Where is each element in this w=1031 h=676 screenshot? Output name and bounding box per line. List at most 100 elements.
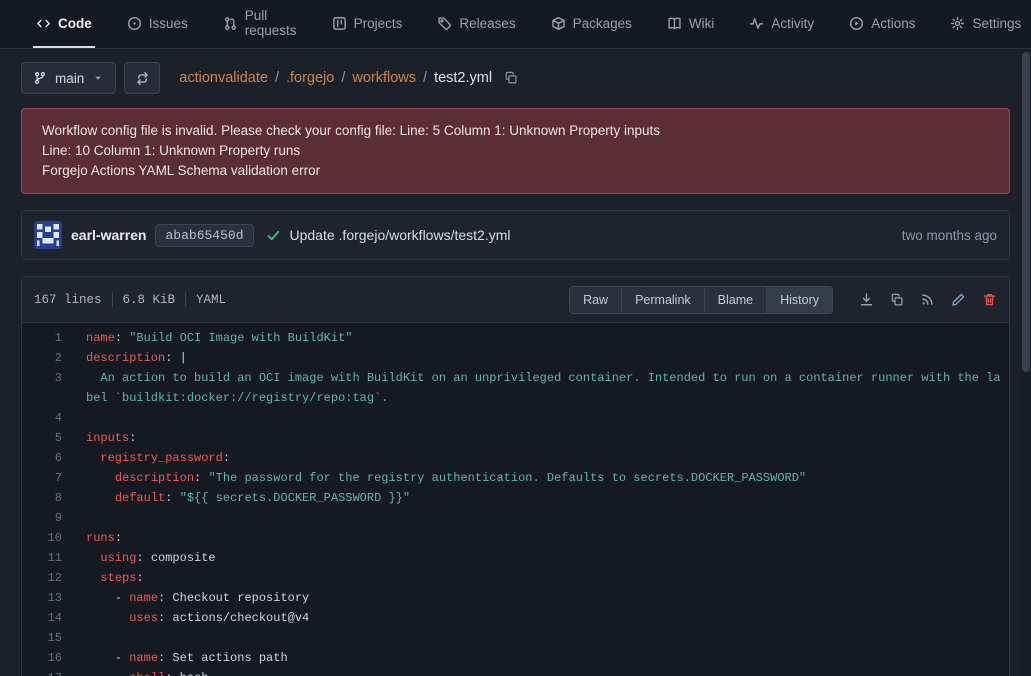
nav-item-packages[interactable]: Packages <box>548 0 635 48</box>
error-banner: Workflow config file is invalid. Please … <box>21 108 1010 194</box>
line-number[interactable]: 10 <box>22 528 62 548</box>
blame-button[interactable]: Blame <box>704 286 767 314</box>
code-line: 9 <box>22 508 1009 528</box>
line-number[interactable]: 8 <box>22 488 62 508</box>
copy-path-icon[interactable] <box>504 71 518 85</box>
file-actions: RawPermalinkBlameHistory <box>569 286 997 314</box>
nav-item-settings[interactable]: Settings <box>947 0 1024 48</box>
breadcrumb-separator: / <box>423 70 427 86</box>
trash-icon[interactable] <box>982 292 997 307</box>
line-content: runs: <box>86 528 1009 548</box>
pulse-icon <box>749 16 764 31</box>
breadcrumb-segment-actionvalidate[interactable]: actionvalidate <box>179 70 268 86</box>
code-line: 10 runs: <box>22 528 1009 548</box>
commit-author[interactable]: earl-warren <box>71 227 146 243</box>
error-banner-line: Line: 10 Column 1: Unknown Property runs <box>42 141 989 161</box>
code-line: 17 shell: bash <box>22 668 1009 676</box>
line-content: uses: actions/checkout@v4 <box>86 608 1009 628</box>
error-banner-line: Forgejo Actions YAML Schema validation e… <box>42 161 989 181</box>
breadcrumb-segment--forgejo[interactable]: .forgejo <box>286 70 334 86</box>
commit-message[interactable]: Update .forgejo/workflows/test2.yml <box>290 227 511 243</box>
breadcrumb-separator: / <box>275 70 279 86</box>
nav-item-actions[interactable]: Actions <box>846 0 918 48</box>
line-content: registry_password: <box>86 448 1009 468</box>
line-number[interactable]: 14 <box>22 608 62 628</box>
code-view: 1 name: "Build OCI Image with BuildKit" 2 d… <box>22 323 1009 676</box>
code-line: 2 description: | <box>22 348 1009 368</box>
line-number[interactable]: 17 <box>22 668 62 676</box>
latest-commit-bar: earl-warren abab65450d Update .forgejo/w… <box>21 210 1010 260</box>
nav-label: Releases <box>459 16 515 31</box>
line-number[interactable]: 6 <box>22 448 62 468</box>
raw-button[interactable]: Raw <box>569 286 622 314</box>
pull-request-icon <box>223 16 238 31</box>
line-content: inputs: <box>86 428 1009 448</box>
gear-icon <box>950 16 965 31</box>
line-number[interactable]: 13 <box>22 588 62 608</box>
nav-label: Pull requests <box>245 8 297 38</box>
rss-icon[interactable] <box>920 292 935 307</box>
copy-icon[interactable] <box>890 293 904 307</box>
line-content: shell: bash <box>86 668 1009 676</box>
code-line: 8 default: "${{ secrets.DOCKER_PASSWORD … <box>22 488 1009 508</box>
line-number[interactable]: 1 <box>22 328 62 348</box>
code-line: 15 <box>22 628 1009 648</box>
repo-settings-tab: Settings <box>947 0 1024 48</box>
page-scrollbar[interactable] <box>1021 49 1031 676</box>
breadcrumb-segment-test2-yml: test2.yml <box>434 70 492 86</box>
line-number[interactable]: 12 <box>22 568 62 588</box>
code-line: 13 - name: Checkout repository <box>22 588 1009 608</box>
nav-item-releases[interactable]: Releases <box>434 0 518 48</box>
line-number[interactable]: 5 <box>22 428 62 448</box>
nav-item-activity[interactable]: Activity <box>746 0 817 48</box>
line-number[interactable]: 11 <box>22 548 62 568</box>
nav-label: Activity <box>771 16 814 31</box>
pencil-icon[interactable] <box>951 292 966 307</box>
file-meta: 167 lines6.8 KiBYAML <box>34 292 226 307</box>
avatar[interactable] <box>34 221 62 249</box>
history-button[interactable]: History <box>766 286 833 314</box>
commit-status-check-icon[interactable] <box>266 228 281 243</box>
line-number[interactable]: 16 <box>22 648 62 668</box>
breadcrumb-segment-workflows[interactable]: workflows <box>352 70 416 86</box>
file-meta-item: YAML <box>196 293 226 307</box>
line-content: description: | <box>86 348 1009 368</box>
nav-item-wiki[interactable]: Wiki <box>664 0 718 48</box>
code-line: 4 <box>22 408 1009 428</box>
file-action-icons <box>859 292 997 307</box>
file-meta-item: 167 lines <box>34 293 102 307</box>
permalink-button[interactable]: Permalink <box>621 286 705 314</box>
nav-label: Code <box>58 16 92 31</box>
line-number[interactable]: 4 <box>22 408 62 428</box>
line-number[interactable]: 15 <box>22 628 62 648</box>
line-number[interactable]: 3 <box>22 368 62 388</box>
file-path-toolbar: main actionvalidate/.forgejo/workflows/t… <box>21 62 1010 94</box>
repo-tabs: Code Issues Pull requests Projects Releases P… <box>33 0 947 48</box>
line-content: steps: <box>86 568 1009 588</box>
code-line: 14 uses: actions/checkout@v4 <box>22 608 1009 628</box>
code-line: 16 - name: Set actions path <box>22 648 1009 668</box>
nav-item-pull-requests[interactable]: Pull requests <box>220 0 300 48</box>
nav-item-issues[interactable]: Issues <box>124 0 191 48</box>
nav-item-projects[interactable]: Projects <box>329 0 406 48</box>
branch-selector[interactable]: main <box>21 62 116 94</box>
scrollbar-thumb[interactable] <box>1022 52 1030 372</box>
compare-button[interactable] <box>124 62 160 94</box>
line-number[interactable]: 7 <box>22 468 62 488</box>
package-icon <box>551 16 566 31</box>
commit-sha[interactable]: abab65450d <box>155 224 253 247</box>
line-number[interactable]: 2 <box>22 348 62 368</box>
nav-label: Actions <box>871 16 915 31</box>
meta-divider <box>185 292 186 307</box>
meta-divider <box>112 292 113 307</box>
commit-time: two months ago <box>902 228 997 243</box>
code-line: 1 name: "Build OCI Image with BuildKit" <box>22 328 1009 348</box>
line-content: name: "Build OCI Image with BuildKit" <box>86 328 1009 348</box>
line-content: description: "The password for the regis… <box>86 468 1009 488</box>
nav-item-code[interactable]: Code <box>33 0 95 48</box>
download-icon[interactable] <box>859 292 874 307</box>
code-line: 3 An action to build an OCI image with B… <box>22 368 1009 408</box>
repo-tab-bar: Code Issues Pull requests Projects Releases P… <box>0 0 1031 49</box>
line-number[interactable]: 9 <box>22 508 62 528</box>
book-icon <box>667 16 682 31</box>
